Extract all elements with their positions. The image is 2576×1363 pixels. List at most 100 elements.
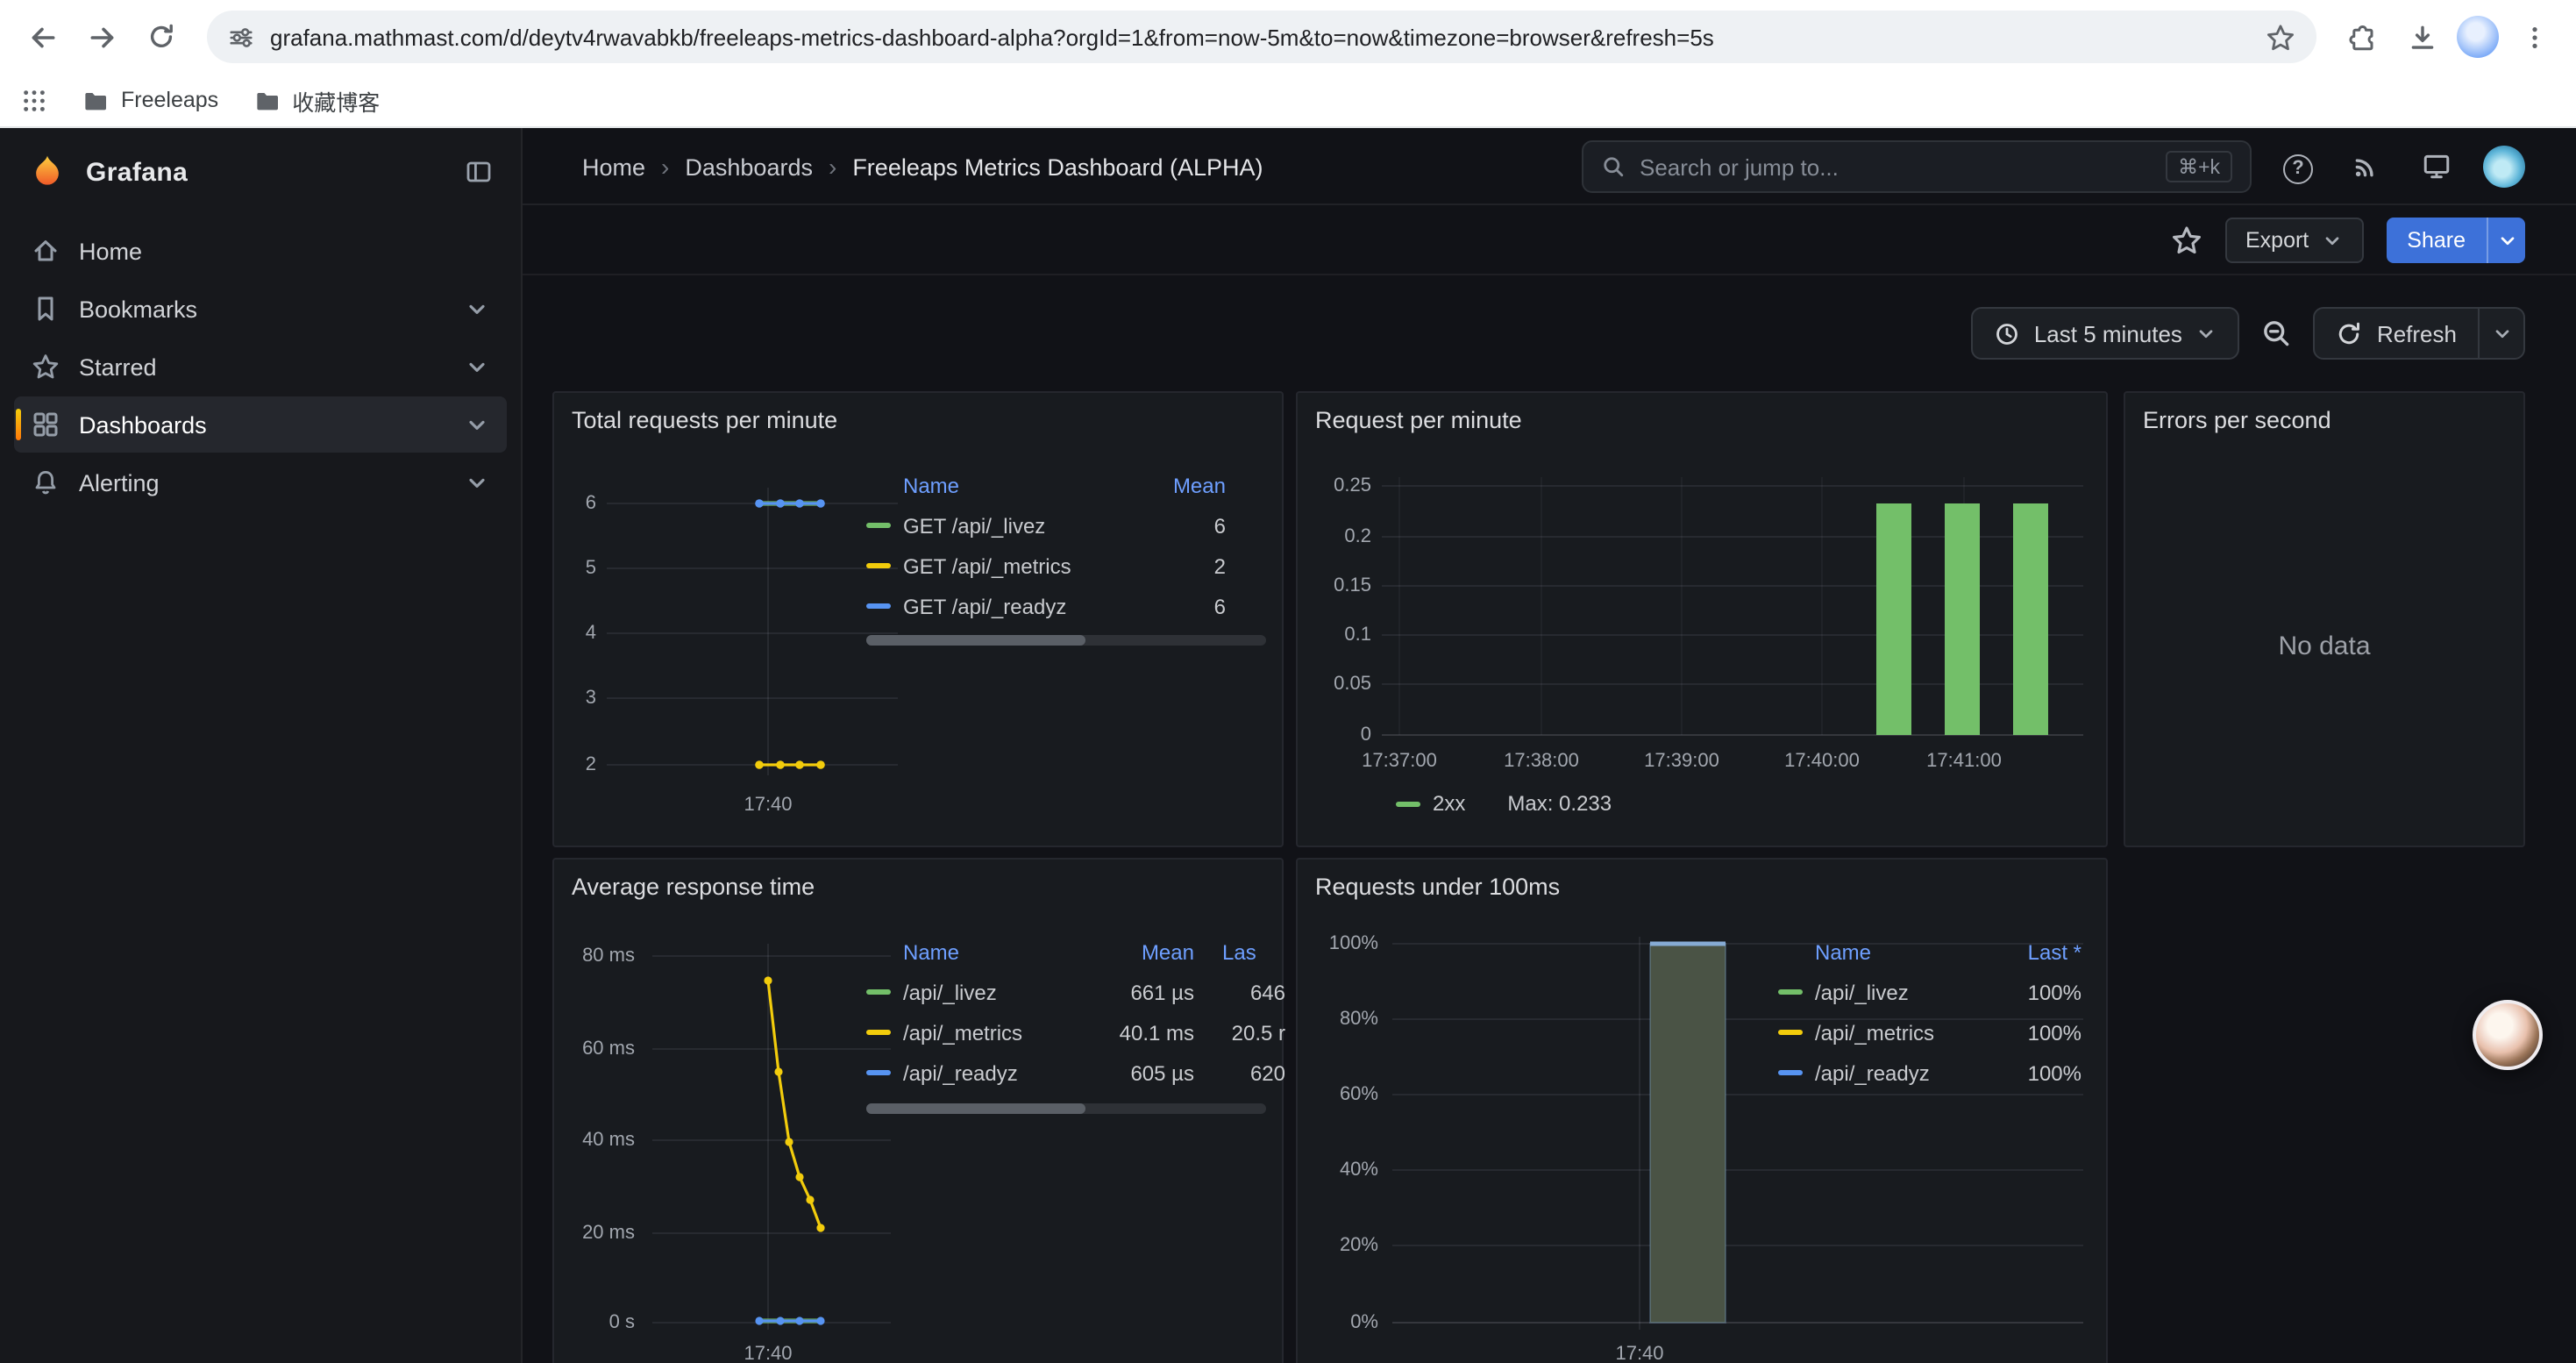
- chevron-down-icon[interactable]: [465, 470, 489, 495]
- no-data-message: No data: [2125, 632, 2523, 661]
- panel-title[interactable]: Errors per second: [2143, 407, 2331, 433]
- legend-header-last[interactable]: Last *: [1987, 939, 2081, 964]
- sidebar-item-label: Alerting: [79, 469, 160, 496]
- back-icon[interactable]: [18, 12, 67, 61]
- bookmark-folder-freeleaps[interactable]: Freeleaps: [82, 87, 218, 113]
- refresh-button[interactable]: Refresh: [2314, 307, 2525, 360]
- legend-header-name[interactable]: Name: [866, 473, 1156, 497]
- browser-toolbar: grafana.mathmast.com/d/deytv4rwavabkb/fr…: [0, 0, 2576, 74]
- series-name[interactable]: /api/_readyz: [903, 1060, 1107, 1085]
- sidebar-item-dashboards[interactable]: Dashboards: [14, 396, 507, 453]
- series-name: 2xx: [1433, 791, 1465, 816]
- share-button[interactable]: Share: [2386, 217, 2525, 262]
- series-mean: 661 µs: [1107, 980, 1194, 1004]
- chevron-down-icon[interactable]: [465, 354, 489, 379]
- zoom-out-icon[interactable]: [2261, 318, 2293, 349]
- legend-series[interactable]: 2xx: [1396, 791, 1465, 816]
- sidebar-item-starred[interactable]: Starred: [14, 339, 507, 395]
- series-name[interactable]: /api/_livez: [1815, 980, 1987, 1004]
- series-name[interactable]: GET /api/_livez: [903, 513, 1156, 538]
- series-color-swatch: [1778, 989, 1803, 995]
- grafana-profile-avatar[interactable]: [2483, 146, 2525, 188]
- search-bar[interactable]: ⌘+k: [1582, 140, 2252, 193]
- x-tick: 17:39:00: [1644, 751, 1719, 772]
- y-tick: 0.2: [1301, 526, 1371, 547]
- bell-icon: [32, 468, 60, 496]
- panel-total-requests: Total requests per minute 6 5 4 3 2: [552, 391, 1284, 847]
- address-bar[interactable]: grafana.mathmast.com/d/deytv4rwavabkb/fr…: [207, 11, 2316, 63]
- bookmark-folder-blogs[interactable]: 收藏博客: [253, 83, 380, 117]
- apps-grid-icon[interactable]: [21, 87, 47, 113]
- legend-header-mean[interactable]: Mean: [1107, 939, 1194, 964]
- browser-profile-avatar[interactable]: [2457, 16, 2499, 58]
- legend-row: GET /api/_metrics 2: [866, 546, 1285, 586]
- y-tick: 20%: [1301, 1235, 1378, 1256]
- share-label[interactable]: Share: [2386, 217, 2487, 262]
- kiosk-monitor-icon[interactable]: [2422, 151, 2451, 181]
- chevron-down-icon[interactable]: [465, 412, 489, 437]
- breadcrumb-current: Freeleaps Metrics Dashboard (ALPHA): [852, 153, 1263, 180]
- dashboards-grid-icon: [32, 410, 60, 439]
- legend-row: /api/_readyz 100%: [1778, 1053, 2081, 1093]
- legend-header-mean[interactable]: Mean: [1156, 473, 1226, 497]
- series-name[interactable]: /api/_readyz: [1815, 1060, 1987, 1085]
- help-icon[interactable]: ?: [2283, 151, 2313, 183]
- legend-row: GET /api/_livez 6: [866, 505, 1285, 546]
- series-name[interactable]: /api/_metrics: [903, 1020, 1107, 1045]
- request-per-minute-chart[interactable]: [1298, 393, 2110, 849]
- legend-inline: 2xx Max: 0.233: [1396, 791, 1612, 816]
- search-icon: [1601, 154, 1626, 179]
- export-button[interactable]: Export: [2224, 217, 2363, 262]
- bookmark-label: Freeleaps: [121, 88, 218, 112]
- refresh-interval-chevron-icon[interactable]: [2478, 309, 2523, 358]
- breadcrumb-home[interactable]: Home: [582, 153, 645, 180]
- scrollbar-thumb[interactable]: [866, 1103, 1086, 1114]
- legend-scrollbar[interactable]: [866, 635, 1266, 646]
- site-settings-icon[interactable]: [228, 24, 254, 50]
- grafana-header: Home › Dashboards › Freeleaps Metrics Da…: [523, 128, 2576, 205]
- scrollbar-thumb[interactable]: [866, 635, 1086, 646]
- forward-icon[interactable]: [77, 12, 126, 61]
- series-name[interactable]: /api/_metrics: [1815, 1020, 1987, 1045]
- bookmark-star-icon[interactable]: [2266, 22, 2295, 52]
- grafana-sidebar: Grafana Home Bookmarks Starred: [0, 128, 523, 1363]
- sidebar-item-alerting[interactable]: Alerting: [14, 454, 507, 510]
- grafana-logo[interactable]: [28, 153, 67, 191]
- downloads-icon[interactable]: [2397, 12, 2446, 61]
- series-last: 646: [1205, 980, 1285, 1004]
- browser-menu-icon[interactable]: [2509, 12, 2558, 61]
- series-name[interactable]: /api/_livez: [903, 980, 1107, 1004]
- legend-header-name[interactable]: Name: [866, 939, 1107, 964]
- series-last: 100%: [1987, 980, 2081, 1004]
- extensions-icon[interactable]: [2338, 12, 2387, 61]
- series-name[interactable]: GET /api/_metrics: [903, 553, 1156, 578]
- legend-header-row: Name Mean: [866, 465, 1285, 505]
- legend-scrollbar[interactable]: [866, 1103, 1266, 1114]
- chevron-down-icon[interactable]: [465, 296, 489, 321]
- search-input[interactable]: [1640, 153, 2152, 180]
- sidebar-item-bookmarks[interactable]: Bookmarks: [14, 281, 507, 337]
- y-tick: 5: [561, 558, 596, 579]
- y-tick: 60%: [1301, 1084, 1378, 1105]
- dashboard-actions: Export Share: [523, 205, 2576, 275]
- favorite-star-icon[interactable]: [2170, 224, 2202, 255]
- reload-icon[interactable]: [137, 12, 186, 61]
- news-rss-icon[interactable]: [2352, 151, 2381, 181]
- sidebar-item-home[interactable]: Home: [14, 223, 507, 279]
- share-menu-chevron-icon[interactable]: [2487, 217, 2525, 262]
- series-last: 20.5 r: [1205, 1020, 1285, 1045]
- breadcrumb-dashboards[interactable]: Dashboards: [685, 153, 813, 180]
- legend-header-last[interactable]: Las: [1205, 939, 1285, 964]
- legend-table: Name Mean Las /api/_livez 661 µs 646 /ap…: [866, 931, 1285, 1093]
- search-shortcut: ⌘+k: [2166, 151, 2232, 182]
- floating-assistant-avatar[interactable]: [2473, 1000, 2543, 1070]
- star-icon: [32, 353, 60, 381]
- time-range-picker[interactable]: Last 5 minutes: [1971, 307, 2240, 360]
- dock-menu-icon[interactable]: [465, 158, 493, 186]
- brand-name[interactable]: Grafana: [86, 157, 188, 187]
- series-name[interactable]: GET /api/_readyz: [903, 594, 1156, 618]
- folder-icon: [253, 87, 280, 113]
- series-color-swatch: [1396, 801, 1420, 806]
- legend-header-name[interactable]: Name: [1778, 939, 1987, 964]
- x-tick: 17:40: [744, 1344, 792, 1363]
